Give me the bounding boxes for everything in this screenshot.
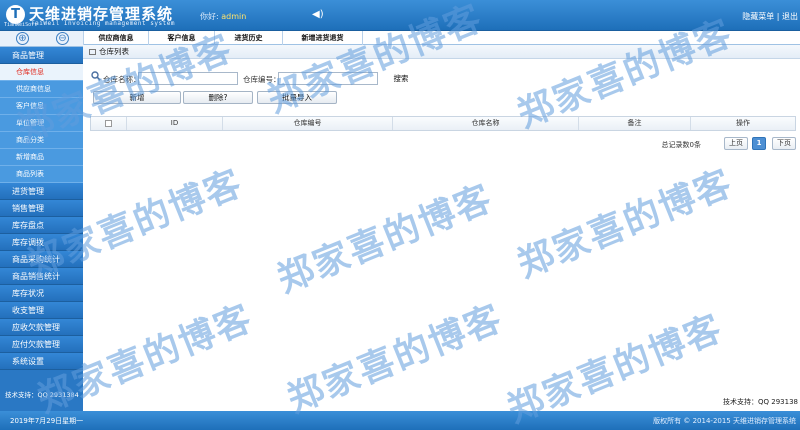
main-content: 仓库列表 仓库名称： 仓库编号： 搜索 新增 删除? 批量导入 ID 仓库编号 … (83, 45, 800, 411)
sidebar: ⊕ ⊖ 商品管理 仓库信息 供应商信息 客户信息 单位管理 商品分类 新增商品 … (0, 31, 83, 411)
sidebar-group-inventory-check[interactable]: 库存盘点 (0, 217, 83, 234)
sidebar-group-purchase[interactable]: 进货管理 (0, 183, 83, 200)
col-select (91, 117, 127, 130)
sidebar-item-unit[interactable]: 单位管理 (0, 115, 83, 132)
search-icon (91, 71, 101, 81)
expand-all-icon[interactable]: ⊕ (16, 32, 29, 45)
welcome-text: 你好: admin (200, 11, 246, 22)
warehouse-code-input[interactable] (278, 72, 378, 85)
search-button[interactable]: 搜索 (383, 73, 419, 86)
prev-page-button[interactable]: 上页 (724, 137, 748, 150)
tab-purchase-history[interactable]: 进货历史 (215, 31, 283, 45)
select-all-checkbox[interactable] (105, 120, 112, 127)
col-warehouse-name: 仓库名称 (393, 117, 579, 130)
warehouse-name-input[interactable] (138, 72, 238, 85)
total-records: 总记录数0条 (661, 141, 701, 149)
app-header: T 天维进销存管理系统 TianWeiSoft TaiWeil Invoicin… (0, 0, 800, 31)
next-page-button[interactable]: 下页 (772, 137, 796, 150)
col-actions: 操作 (736, 119, 750, 127)
delete-button[interactable]: 删除? (183, 91, 253, 104)
app-subtitle: TaiWeil Invoicing management system (31, 20, 175, 27)
sidebar-group-receivables[interactable]: 应收欠款管理 (0, 319, 83, 336)
panel-title-text: 仓库列表 (99, 47, 129, 56)
sidebar-group-settings[interactable]: 系统设置 (0, 353, 83, 370)
current-page[interactable]: 1 (752, 137, 766, 150)
sidebar-item-new-product[interactable]: 新增商品 (0, 149, 83, 166)
welcome-label: 你好: (200, 12, 219, 21)
sidebar-group-stock-status[interactable]: 库存状况 (0, 285, 83, 302)
footer-date: 2019年7月29日星期一 (10, 417, 84, 425)
sidebar-item-category[interactable]: 商品分类 (0, 132, 83, 149)
col-remark: 备注 (579, 117, 691, 130)
footer: 2019年7月29日星期一 版权所有 © 2014-2015 天维进销存管理系统 (0, 411, 800, 430)
tab-new-return[interactable]: 新增进货退货 (283, 31, 363, 45)
import-button[interactable]: 批量导入 (257, 91, 337, 104)
tab-supplier-info[interactable]: 供应商信息 (83, 31, 149, 45)
sidebar-group-product[interactable]: 商品管理 (0, 47, 83, 64)
pager: 总记录数0条 上页 1 下页 (596, 137, 796, 150)
tab-bar: 供应商信息 客户信息 进货历史 新增进货退货 (83, 31, 800, 45)
table-header: ID 仓库编号 仓库名称 备注 操作 (90, 116, 796, 131)
col-id: ID (127, 117, 223, 130)
sidebar-group-finance[interactable]: 收支管理 (0, 302, 83, 319)
sidebar-group-sales-stats[interactable]: 商品销售统计 (0, 268, 83, 285)
sidebar-item-customer[interactable]: 客户信息 (0, 98, 83, 115)
sidebar-item-product-list[interactable]: 商品列表 (0, 166, 83, 183)
header-links-text[interactable]: 隐藏菜单 | 退出 (742, 12, 798, 21)
panel-title: 仓库列表 (83, 45, 800, 59)
username: admin (221, 12, 247, 21)
sidebar-group-payables[interactable]: 应付欠款管理 (0, 336, 83, 353)
sidebar-item-warehouse[interactable]: 仓库信息 (0, 64, 83, 81)
sidebar-group-purchase-stats[interactable]: 商品采购统计 (0, 251, 83, 268)
tab-customer-info[interactable]: 客户信息 (149, 31, 215, 45)
content-support: 技术支持：QQ 293138 (723, 398, 798, 406)
header-links[interactable]: 隐藏菜单 | 退出 (742, 11, 798, 22)
panel-icon (89, 49, 96, 55)
sidebar-group-transfer[interactable]: 库存调拨 (0, 234, 83, 251)
collapse-all-icon[interactable]: ⊖ (56, 32, 69, 45)
sidebar-controls: ⊕ ⊖ (0, 31, 83, 47)
col-warehouse-code: 仓库编号 (223, 117, 393, 130)
speaker-icon[interactable]: ◀) (312, 9, 324, 20)
add-button[interactable]: 新增 (93, 91, 181, 104)
warehouse-name-label: 仓库名称： (103, 75, 141, 84)
footer-copyright: 版权所有 © 2014-2015 天维进销存管理系统 (653, 417, 796, 425)
sidebar-item-supplier[interactable]: 供应商信息 (0, 81, 83, 98)
warehouse-code-label: 仓库编号： (243, 75, 281, 84)
sidebar-support: 技术支持：QQ 2931384 (5, 391, 79, 399)
sidebar-group-sales[interactable]: 销售管理 (0, 200, 83, 217)
